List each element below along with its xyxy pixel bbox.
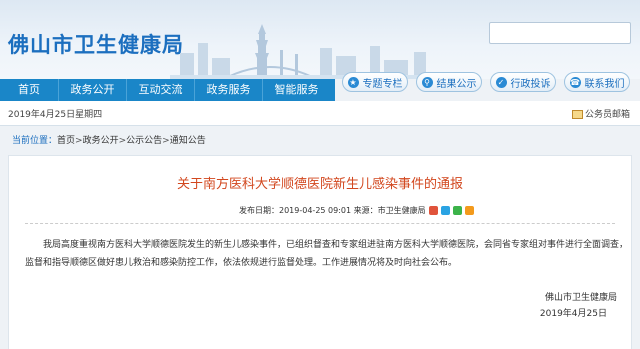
meta-divider bbox=[25, 223, 615, 224]
quick-link-results[interactable]: ⚲ 结果公示 bbox=[416, 72, 482, 92]
share-wechat-icon[interactable] bbox=[452, 206, 462, 215]
search-icon: ⚲ bbox=[421, 76, 433, 88]
nav-item-smart-services[interactable]: 智能服务 bbox=[263, 79, 330, 101]
breadcrumb-notices[interactable]: 通知公告 bbox=[170, 136, 206, 146]
article-panel: 关于南方医科大学顺德医院新生儿感染事件的通报 发布日期： 2019-04-25 0… bbox=[8, 155, 632, 349]
search-box bbox=[489, 22, 631, 45]
site-title[interactable]: 佛山市卫生健康局 bbox=[8, 29, 184, 59]
quick-link-label: 结果公示 bbox=[436, 78, 477, 90]
source-label: 来源： bbox=[353, 206, 378, 215]
breadcrumb-sep: > bbox=[118, 136, 127, 146]
article-body: 我局高度重视南方医科大学顺德医院发生的新生儿感染事件，已组织督查和专家组进驻南方… bbox=[25, 240, 629, 268]
breadcrumb-sep: > bbox=[162, 136, 170, 146]
article-title: 关于南方医科大学顺德医院新生儿感染事件的通报 bbox=[176, 177, 463, 192]
quick-links: ★ 专题专栏 ⚲ 结果公示 ✓ 行政投诉 ☎ 联系我们 bbox=[342, 72, 630, 92]
share-more-icon[interactable] bbox=[464, 206, 474, 215]
breadcrumb-announcements[interactable]: 公示公告 bbox=[126, 136, 162, 146]
envelope-icon bbox=[572, 110, 583, 119]
site-header: 佛山市卫生健康局 bbox=[0, 0, 640, 79]
breadcrumb-gov-info[interactable]: 政务公开 bbox=[83, 136, 119, 146]
info-bar: 2019年4月25日星期四 公务员邮箱 bbox=[0, 101, 640, 126]
mail-link[interactable]: 公务员邮箱 bbox=[572, 107, 630, 120]
mail-label: 公务员邮箱 bbox=[585, 110, 631, 120]
breadcrumb: 当前位置：首页>政务公开>公示公告>通知公告 bbox=[12, 133, 206, 146]
nav-item-gov-services[interactable]: 政务服务 bbox=[195, 79, 262, 101]
current-date: 2019年4月25日星期四 bbox=[8, 110, 103, 120]
phone-icon: ☎ bbox=[569, 76, 581, 88]
breadcrumb-sep: > bbox=[75, 136, 83, 146]
article-meta: 发布日期： 2019-04-25 09:01 来源： 市卫生健康局 bbox=[239, 205, 474, 216]
main-nav: 首页 政务公开 互动交流 政务服务 智能服务 bbox=[0, 79, 335, 101]
shield-icon: ✓ bbox=[495, 76, 507, 88]
quick-link-contact[interactable]: ☎ 联系我们 bbox=[564, 72, 630, 92]
nav-item-gov-info[interactable]: 政务公开 bbox=[59, 79, 126, 101]
quick-link-label: 行政投诉 bbox=[510, 78, 551, 90]
nav-item-interaction[interactable]: 互动交流 bbox=[127, 79, 194, 101]
article-signature: 佛山市卫生健康局 bbox=[544, 293, 617, 303]
nav-item-home[interactable]: 首页 bbox=[0, 79, 58, 101]
breadcrumb-home[interactable]: 首页 bbox=[57, 136, 75, 146]
quick-link-label: 联系我们 bbox=[584, 78, 625, 90]
city-skyline-illustration bbox=[170, 24, 450, 79]
search-input[interactable] bbox=[490, 26, 630, 45]
breadcrumb-label: 当前位置： bbox=[12, 136, 58, 146]
quick-link-complaint[interactable]: ✓ 行政投诉 bbox=[490, 72, 556, 92]
share-qq-icon[interactable] bbox=[440, 206, 450, 215]
article-sign-date: 2019年4月25日 bbox=[539, 309, 607, 319]
quick-link-special-topics[interactable]: ★ 专题专栏 bbox=[342, 72, 408, 92]
quick-link-label: 专题专栏 bbox=[362, 78, 403, 90]
publish-date-label: 发布日期： bbox=[239, 206, 279, 215]
star-icon: ★ bbox=[347, 76, 359, 88]
publish-date: 2019-04-25 09:01 bbox=[279, 206, 352, 215]
source: 市卫生健康局 bbox=[377, 206, 426, 215]
share-weibo-icon[interactable] bbox=[428, 206, 438, 215]
